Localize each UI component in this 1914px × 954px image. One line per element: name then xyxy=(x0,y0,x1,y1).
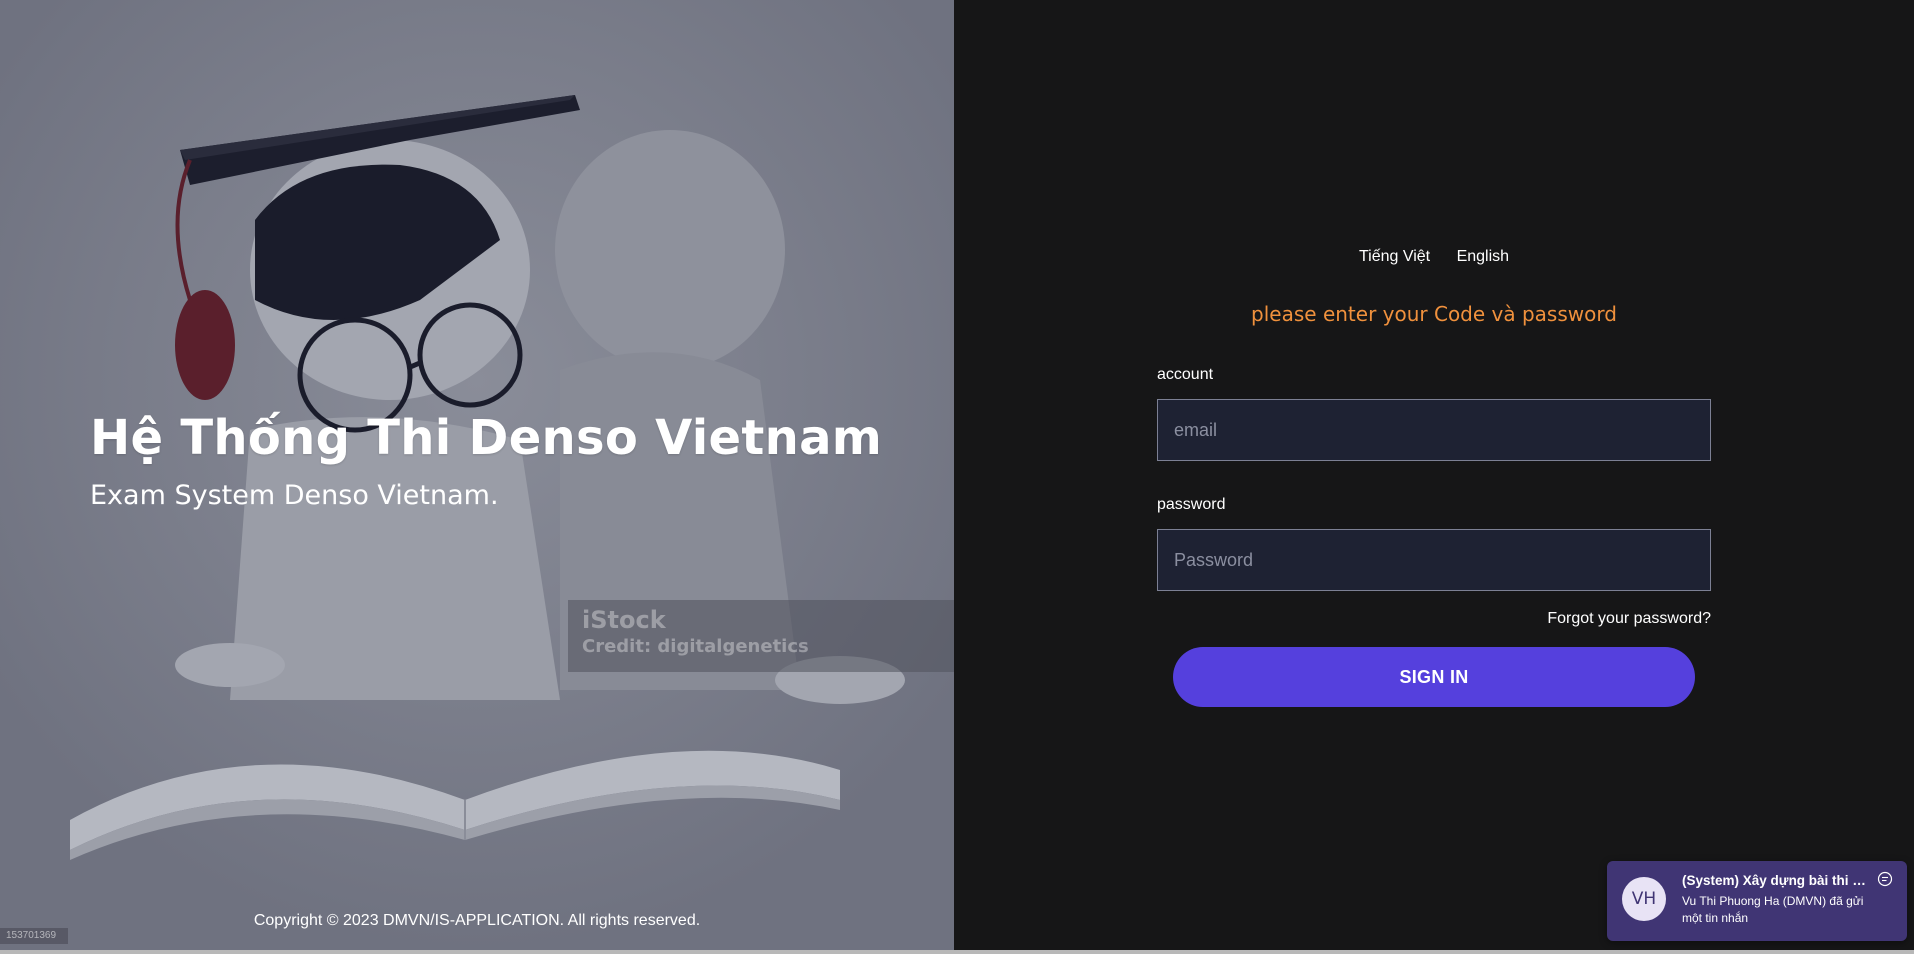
toast-title: (System) Xây dựng bài thi sk... xyxy=(1682,873,1872,888)
copyright-text: Copyright © 2023 DMVN/IS-APPLICATION. Al… xyxy=(253,912,701,929)
language-switcher: Tiếng Việt English xyxy=(954,248,1914,266)
forgot-password-link[interactable]: Forgot your password? xyxy=(1157,610,1711,628)
hero-text-block: Hệ Thống Thi Denso Vietnam Exam System D… xyxy=(90,410,882,511)
toast-body: Vu Thi Phuong Ha (DMVN) đã gửi một tin n… xyxy=(1682,894,1864,925)
account-email-input[interactable] xyxy=(1157,399,1711,461)
password-label: password xyxy=(1157,496,1226,513)
language-english-link[interactable]: English xyxy=(1457,248,1509,265)
chat-bubble-icon xyxy=(1877,871,1893,887)
account-label: account xyxy=(1157,366,1214,383)
stock-watermark: iStock Credit: digitalgenetics xyxy=(568,600,954,672)
login-panel: Tiếng Việt English please enter your Cod… xyxy=(954,0,1914,950)
stock-image-id: 153701369 xyxy=(0,928,68,944)
notification-toast[interactable]: VH (System) Xây dựng bài thi sk... Vu Th… xyxy=(1607,861,1907,941)
language-vietnamese-link[interactable]: Tiếng Việt xyxy=(1359,248,1430,265)
hero-subtitle: Exam System Denso Vietnam. xyxy=(90,480,499,511)
watermark-credit: Credit: digitalgenetics xyxy=(582,636,809,657)
watermark-brand: iStock xyxy=(582,606,666,634)
login-prompt: please enter your Code và password xyxy=(1251,302,1617,326)
password-input[interactable] xyxy=(1157,529,1711,591)
hero-title: Hệ Thống Thi Denso Vietnam xyxy=(90,410,883,466)
sign-in-button[interactable]: SIGN IN xyxy=(1173,647,1695,707)
hero-panel: Hệ Thống Thi Denso Vietnam Exam System D… xyxy=(0,0,954,950)
avatar: VH xyxy=(1622,877,1666,921)
bottom-edge xyxy=(0,950,1914,954)
